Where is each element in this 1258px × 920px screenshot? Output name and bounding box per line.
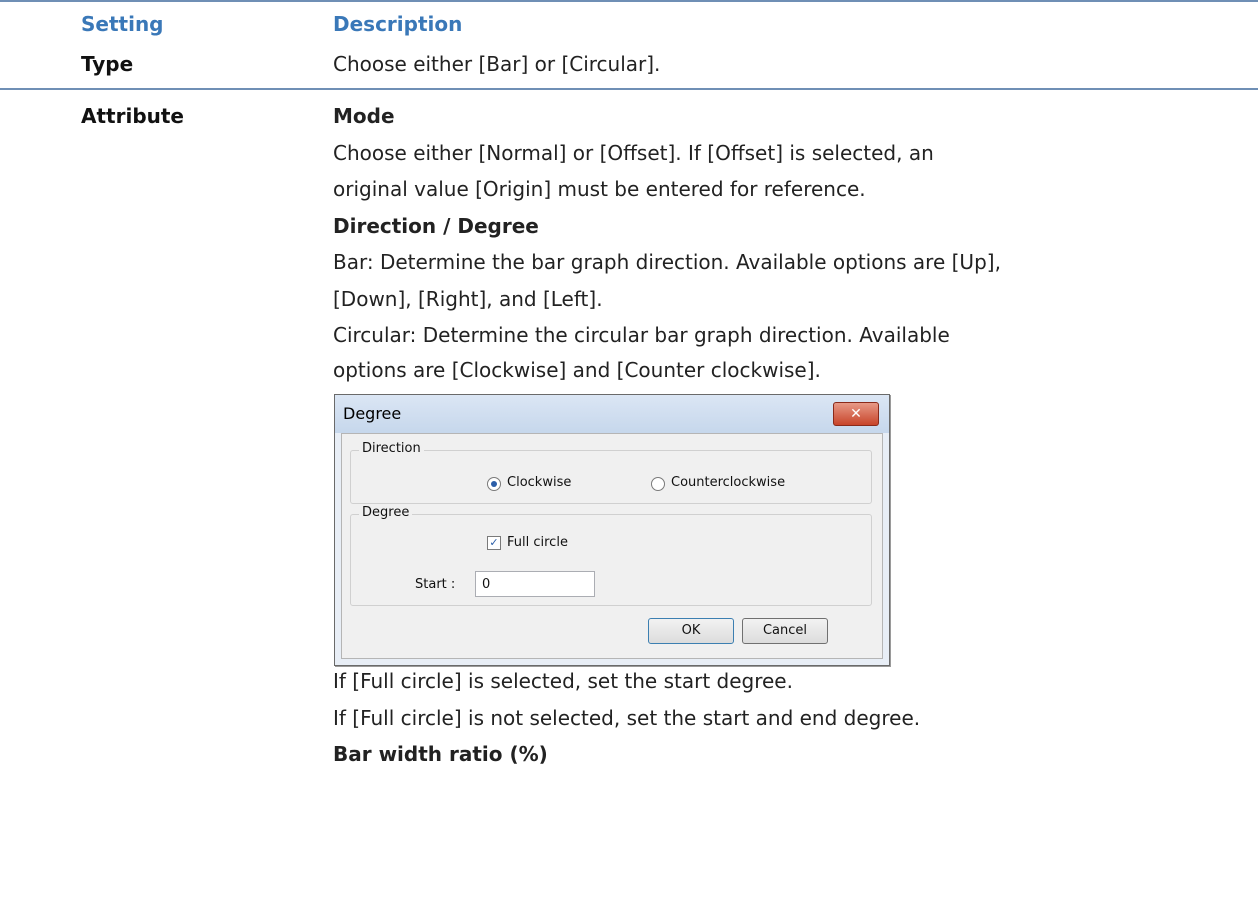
close-icon[interactable]: ✕ — [833, 402, 879, 426]
clockwise-radio[interactable] — [487, 477, 501, 491]
counterclockwise-label[interactable]: Counterclockwise — [671, 475, 785, 490]
full-circle-selected-text: If [Full circle] is selected, set the st… — [333, 669, 793, 693]
dialog-titlebar[interactable]: Degree ✕ — [335, 395, 889, 433]
bar-line-1: Bar: Determine the bar graph direction. … — [333, 250, 1001, 274]
type-description: Choose either [Bar] or [Circular]. — [333, 52, 661, 76]
bar-line-2: [Down], [Right], and [Left]. — [333, 287, 603, 311]
page: Setting Description Type Choose either [… — [0, 0, 1258, 920]
dialog-body: Direction Clockwise Counterclockwise Deg… — [341, 433, 883, 659]
full-circle-label[interactable]: Full circle — [507, 535, 568, 550]
direction-group: Direction Clockwise Counterclockwise — [350, 441, 872, 504]
header-description: Description — [333, 12, 463, 36]
top-rule — [0, 0, 1258, 2]
degree-group-title: Degree — [359, 505, 413, 520]
direction-group-title: Direction — [359, 441, 424, 456]
setting-type: Type — [81, 52, 134, 76]
mode-heading: Mode — [333, 104, 395, 128]
ok-button[interactable]: OK — [648, 618, 734, 644]
counterclockwise-radio[interactable] — [651, 477, 665, 491]
dialog-title: Degree — [343, 404, 402, 423]
mode-line-2: original value [Origin] must be entered … — [333, 177, 866, 201]
full-circle-checkbox[interactable]: ✓ — [487, 536, 501, 550]
degree-dialog: Degree ✕ Direction Clockwise Countercloc… — [334, 394, 890, 666]
full-circle-not-selected-text: If [Full circle] is not selected, set th… — [333, 706, 921, 730]
clockwise-label[interactable]: Clockwise — [507, 475, 571, 490]
circular-line-2: options are [Clockwise] and [Counter clo… — [333, 358, 821, 382]
mode-line-1: Choose either [Normal] or [Offset]. If [… — [333, 141, 934, 165]
row-divider — [0, 88, 1258, 90]
direction-heading: Direction / Degree — [333, 214, 539, 238]
cancel-button[interactable]: Cancel — [742, 618, 828, 644]
start-input[interactable]: 0 — [475, 571, 595, 597]
bar-width-heading: Bar width ratio (%) — [333, 742, 548, 766]
setting-attribute: Attribute — [81, 104, 184, 128]
degree-group: Degree ✓ Full circle Start : 0 — [350, 505, 872, 606]
circular-line-1: Circular: Determine the circular bar gra… — [333, 323, 950, 347]
start-label: Start : — [415, 577, 456, 592]
header-setting: Setting — [81, 12, 164, 36]
